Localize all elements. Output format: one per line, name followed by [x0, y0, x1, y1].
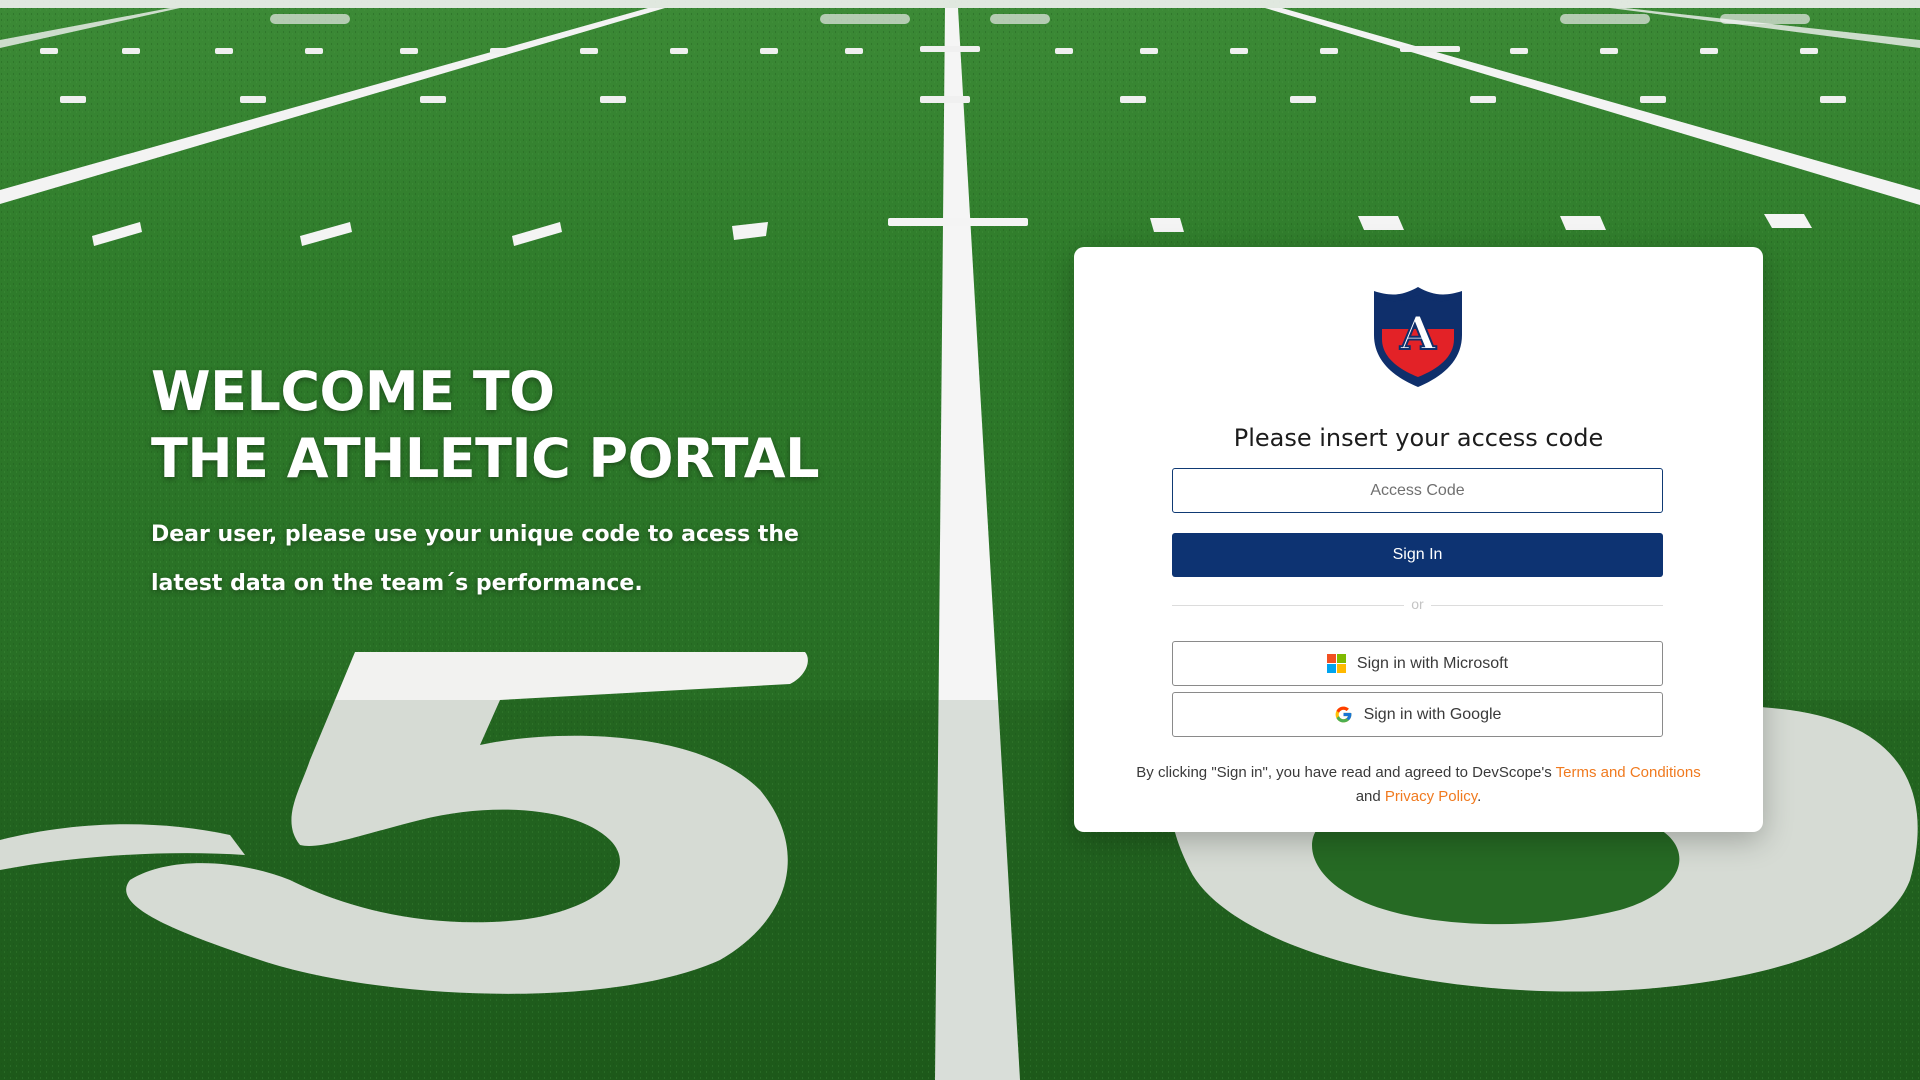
terms-prefix-text: By clicking "Sign in", you have read and…	[1136, 764, 1556, 781]
logo-letter: A	[1399, 306, 1437, 360]
access-code-input[interactable]	[1172, 468, 1663, 513]
welcome-subtitle: Dear user, please use your unique code t…	[151, 522, 799, 596]
google-logo-icon	[1335, 706, 1351, 723]
access-code-title: Please insert your access code	[1233, 424, 1604, 452]
welcome-title-line2: THE ATHLETIC PORTAL	[151, 427, 819, 490]
terms-notice: By clicking "Sign in", you have read and…	[1134, 761, 1703, 809]
microsoft-button-label: Sign in with Microsoft	[1356, 654, 1509, 672]
welcome-title-line1: WELCOME TO	[151, 360, 555, 423]
privacy-policy-link[interactable]: Privacy Policy	[1385, 788, 1477, 805]
or-divider: or	[1172, 596, 1663, 614]
google-button-label: Sign in with Google	[1363, 705, 1502, 723]
welcome-title: WELCOME TO THE ATHLETIC PORTAL	[151, 358, 911, 492]
sign-in-microsoft-button[interactable]: Sign in with Microsoft	[1172, 641, 1663, 686]
terms-and-conditions-link[interactable]: Terms and Conditions	[1556, 764, 1701, 781]
microsoft-logo-icon	[1326, 654, 1346, 673]
divider-line-right	[1431, 605, 1663, 606]
terms-middle-text: and	[1355, 788, 1385, 805]
sign-in-button[interactable]: Sign In	[1172, 533, 1663, 577]
divider-or-text: or	[1411, 596, 1424, 612]
terms-suffix-text: .	[1477, 788, 1482, 805]
welcome-section: WELCOME TO THE ATHLETIC PORTAL Dear user…	[151, 358, 911, 608]
sign-in-google-button[interactable]: Sign in with Google	[1172, 692, 1663, 737]
athletic-shield-logo: A	[1374, 287, 1462, 387]
login-page: WELCOME TO THE ATHLETIC PORTAL Dear user…	[0, 0, 1920, 1080]
login-card: A Please insert your access code Sign In…	[1074, 247, 1763, 832]
